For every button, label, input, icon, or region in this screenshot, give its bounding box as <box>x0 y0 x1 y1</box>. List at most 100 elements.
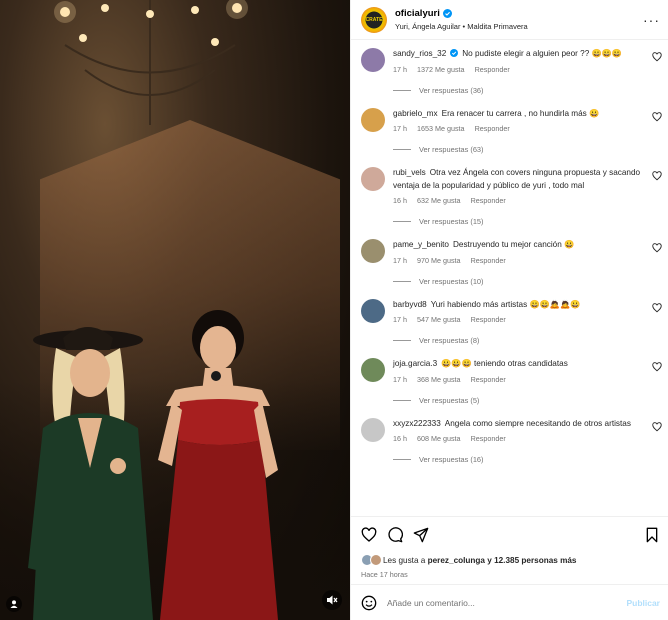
comment-username[interactable]: pame_y_benito <box>393 240 449 249</box>
comment-text: gabrielo_mx Era renacer tu carrera , no h… <box>393 108 646 121</box>
replies-label[interactable]: Ver respuestas (10) <box>419 277 484 286</box>
performer-left <box>28 327 153 620</box>
comment-likes[interactable]: 632 Me gusta <box>417 196 461 205</box>
comment-like-icon[interactable] <box>652 362 662 372</box>
comment-avatar[interactable] <box>361 107 385 132</box>
send-icon[interactable] <box>413 527 429 543</box>
comment-like-icon[interactable] <box>652 302 662 313</box>
post-media[interactable] <box>0 0 350 620</box>
comment-body: No pudiste elegir a alguien peor ?? 😀😀😀 <box>462 49 623 58</box>
comment-like-icon[interactable] <box>652 243 662 253</box>
comment-time: 17 h <box>393 124 407 133</box>
comment-username[interactable]: gabrielo_mx <box>393 109 438 118</box>
comment-body: Destruyendo tu mejor canción 😀 <box>453 240 575 249</box>
comment-item: rubi_vels Otra vez Ángela con covers ning… <box>351 167 668 226</box>
reply-button[interactable]: Responder <box>471 375 506 384</box>
comment-item: joja.garcia.3 😀😀😀 teniendo otras candidat… <box>351 358 668 405</box>
publish-button[interactable]: Publicar <box>626 598 660 608</box>
reply-button[interactable]: Responder <box>471 256 506 265</box>
comment-avatar[interactable] <box>361 358 385 382</box>
comment-avatar[interactable] <box>361 167 385 191</box>
comment-item: sandy_rios_32 No pudiste elegir a alguien… <box>351 48 668 95</box>
emoji-icon[interactable] <box>361 595 377 611</box>
view-replies-button[interactable]: Ver respuestas (16) <box>393 455 646 464</box>
comment-username[interactable]: xxyzx222333 <box>393 419 441 428</box>
comment-meta: 16 h 632 Me gusta Responder <box>393 196 646 205</box>
comment-like-icon[interactable] <box>652 421 662 432</box>
comment-body: Angela como siempre necesitando de otros… <box>444 418 631 428</box>
comment-icon[interactable] <box>387 526 403 543</box>
replies-label[interactable]: Ver respuestas (15) <box>419 217 484 226</box>
replies-divider <box>393 399 411 401</box>
comment-like-icon[interactable] <box>652 171 662 181</box>
comment-time: 17 h <box>393 374 407 384</box>
comment-avatar[interactable] <box>361 48 385 72</box>
replies-label[interactable]: Ver respuestas (36) <box>419 86 484 95</box>
mute-icon[interactable] <box>322 590 342 610</box>
comment-likes[interactable]: 368 Me gusta <box>417 375 461 384</box>
view-replies-button[interactable]: Ver respuestas (63) <box>393 145 646 154</box>
view-replies-button[interactable]: Ver respuestas (15) <box>393 217 646 226</box>
post-header: CRATE oficialyuri Yuri, Ángela Aguilar •… <box>351 0 668 40</box>
replies-divider <box>393 280 411 282</box>
comment-text: sandy_rios_32 No pudiste elegir a alguien… <box>393 48 646 61</box>
comment-meta: 17 h 547 Me gusta Responder <box>393 315 646 324</box>
comment-item: barbyvd8 Yuri habiendo más artistas 😀😀🙇🙇😀… <box>351 298 668 345</box>
comment-text: joja.garcia.3 😀😀😀 teniendo otras candidat… <box>393 358 646 371</box>
comment-likes[interactable]: 547 Me gusta <box>417 315 461 324</box>
heart-icon[interactable] <box>361 526 377 543</box>
comment-item: xxyzx222333 Angela como siempre necesitan… <box>351 417 668 464</box>
comment-meta: 17 h 1653 Me gusta Responder <box>393 124 646 133</box>
replies-label[interactable]: Ver respuestas (5) <box>419 396 479 405</box>
comment-composer: Añade un comentario... Publicar <box>351 584 668 620</box>
replies-label[interactable]: Ver respuestas (63) <box>419 145 484 154</box>
comment-meta: 17 h 970 Me gusta Responder <box>393 256 646 265</box>
post-subtitle[interactable]: Yuri, Ángela Aguilar • Maldita Primavera <box>395 22 643 31</box>
comment-text: xxyzx222333 Angela como siempre necesitan… <box>393 418 646 431</box>
comment-likes[interactable]: 1372 Me gusta <box>417 65 465 74</box>
comment-time: 16 h <box>393 434 407 443</box>
comment-like-icon[interactable] <box>652 111 662 122</box>
comment-username[interactable]: barbyvd8 <box>393 300 427 309</box>
view-replies-button[interactable]: Ver respuestas (8) <box>393 336 646 345</box>
tagged-users-icon[interactable] <box>6 596 22 612</box>
likes-count[interactable]: y 12.385 personas más <box>487 556 576 565</box>
comment-likes[interactable]: 608 Me gusta <box>417 434 461 443</box>
reply-button[interactable]: Responder <box>471 434 506 443</box>
reply-button[interactable]: Responder <box>471 315 506 324</box>
replies-label[interactable]: Ver respuestas (16) <box>419 455 484 464</box>
bookmark-icon[interactable] <box>644 527 660 543</box>
reply-button[interactable]: Responder <box>475 65 510 74</box>
comment-likes[interactable]: 970 Me gusta <box>417 256 461 265</box>
reply-button[interactable]: Responder <box>475 124 510 133</box>
comment-time: 17 h <box>393 315 407 324</box>
liker-avatars <box>361 554 382 566</box>
comment-time: 17 h <box>393 255 407 265</box>
replies-divider <box>393 459 411 460</box>
author-avatar[interactable]: CRATE <box>361 6 387 33</box>
view-replies-button[interactable]: Ver respuestas (10) <box>393 277 646 286</box>
comment-likes[interactable]: 1653 Me gusta <box>417 124 465 133</box>
comment-avatar[interactable] <box>361 239 385 263</box>
comment-avatar[interactable] <box>361 417 385 442</box>
more-options-icon[interactable]: ··· <box>643 13 660 27</box>
post-time: Hace 17 horas <box>361 570 408 579</box>
view-replies-button[interactable]: Ver respuestas (36) <box>393 86 646 95</box>
comment-input[interactable]: Añade un comentario... <box>387 598 616 608</box>
comment-body: 😀😀😀 teniendo otras candidatas <box>441 359 568 368</box>
view-replies-button[interactable]: Ver respuestas (5) <box>393 396 646 405</box>
comment-username[interactable]: joja.garcia.3 <box>393 359 437 368</box>
comment-username[interactable]: sandy_rios_32 <box>393 49 446 58</box>
comment-meta: 17 h 368 Me gusta Responder <box>393 375 646 384</box>
comment-username[interactable]: rubi_vels <box>393 168 426 177</box>
comment-like-icon[interactable] <box>652 52 662 62</box>
comment-text: rubi_vels Otra vez Ángela con covers ning… <box>393 167 646 192</box>
comment-meta: 17 h 1372 Me gusta Responder <box>393 65 646 74</box>
reply-button[interactable]: Responder <box>471 196 506 205</box>
comment-time: 17 h <box>393 64 407 74</box>
comment-text: barbyvd8 Yuri habiendo más artistas 😀😀🙇🙇😀 <box>393 299 646 312</box>
comment-avatar[interactable] <box>361 298 385 323</box>
likes-user[interactable]: perez_colunga <box>428 556 485 565</box>
replies-label[interactable]: Ver respuestas (8) <box>419 336 479 345</box>
author-username[interactable]: oficialyuri <box>395 8 440 19</box>
